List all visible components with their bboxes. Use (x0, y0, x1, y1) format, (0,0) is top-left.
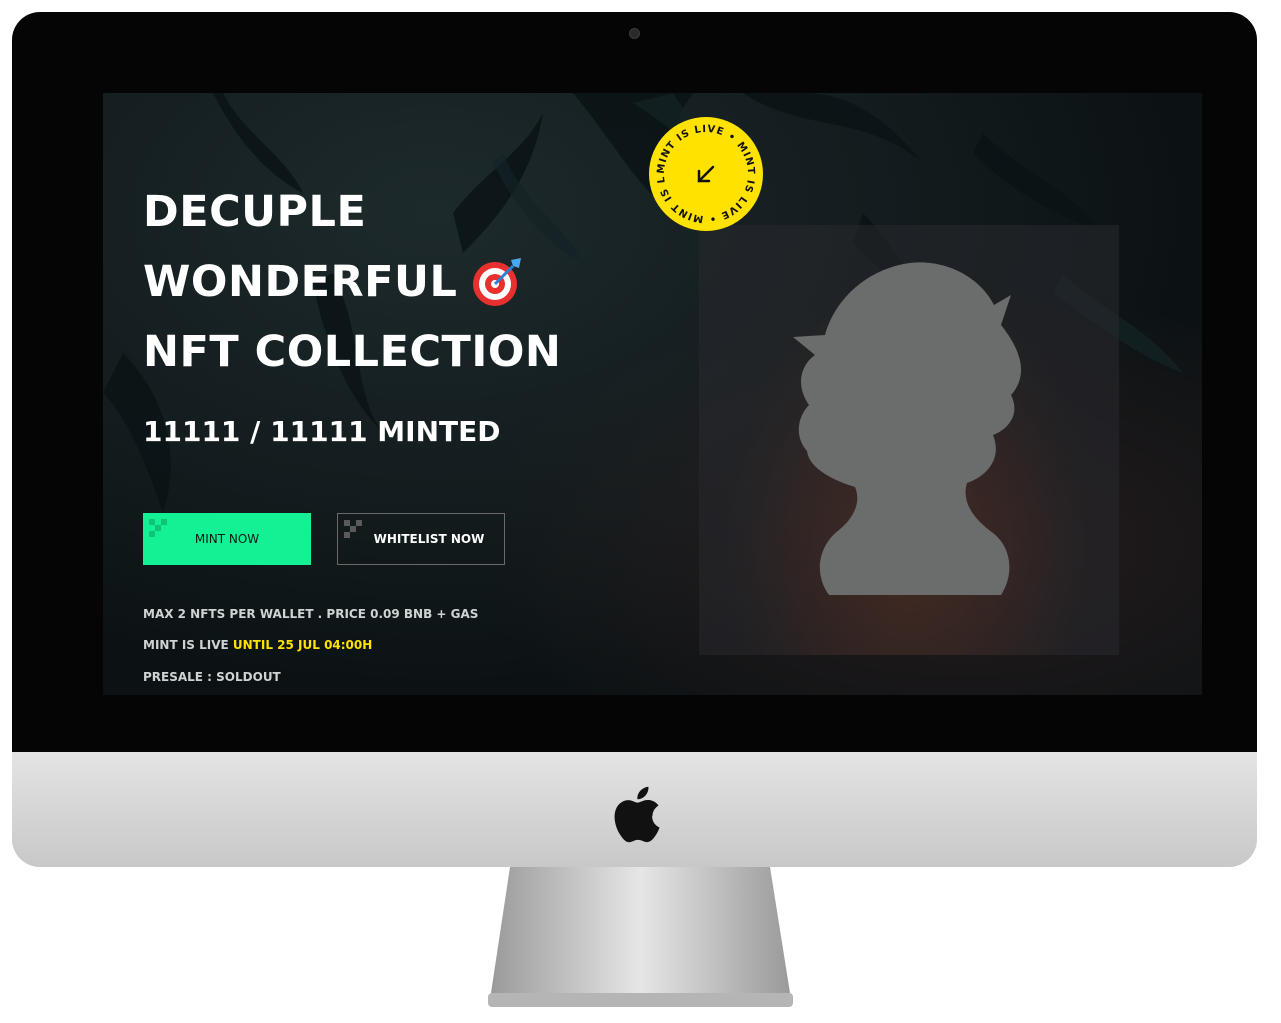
pixel-decoration-icon (149, 519, 167, 537)
hero-title-line-2: WONDERFUL (143, 247, 561, 317)
mint-now-label: MINT NOW (194, 532, 260, 546)
camera-icon (629, 28, 640, 39)
monitor: DECUPLE WONDERFUL NFT COLLECTION 11111 /… (12, 12, 1257, 867)
mint-status-label: MINT IS LIVE (143, 638, 229, 652)
mint-now-button[interactable]: MINT NOW (143, 513, 311, 565)
hero-title-line-2-text: WONDERFUL (143, 257, 458, 307)
hero-title-line-1: DECUPLE (143, 187, 367, 237)
whitelist-now-label: WHITELIST NOW (373, 532, 485, 546)
hero-title: DECUPLE WONDERFUL NFT COLLECTION (143, 177, 561, 387)
nft-silhouette-image (793, 262, 1022, 595)
whitelist-now-button[interactable]: WHITELIST NOW (337, 513, 505, 565)
minted-count: 11111 / 11111 MINTED (143, 415, 501, 448)
monitor-stand (488, 867, 793, 1007)
mint-deadline: UNTIL 25 JUL 04:00H (232, 638, 373, 652)
nft-preview-frame (699, 225, 1119, 655)
mint-is-live-badge[interactable]: MINT IS LIVE • MINT IS LIVE • MINT IS LI… (647, 115, 765, 233)
mint-status-info: MINT IS LIVE UNTIL 25 JUL 04:00H (143, 638, 372, 652)
presale-info: PRESALE : SOLDOUT (143, 670, 281, 684)
website-screen: DECUPLE WONDERFUL NFT COLLECTION 11111 /… (103, 93, 1202, 695)
apple-logo-icon (614, 786, 660, 843)
target-icon (473, 257, 522, 306)
hero-title-line-3: NFT COLLECTION (143, 327, 562, 377)
pixel-decoration-icon (344, 520, 362, 538)
wallet-price-info: MAX 2 NFTS PER WALLET . PRICE 0.09 BNB +… (143, 607, 479, 621)
